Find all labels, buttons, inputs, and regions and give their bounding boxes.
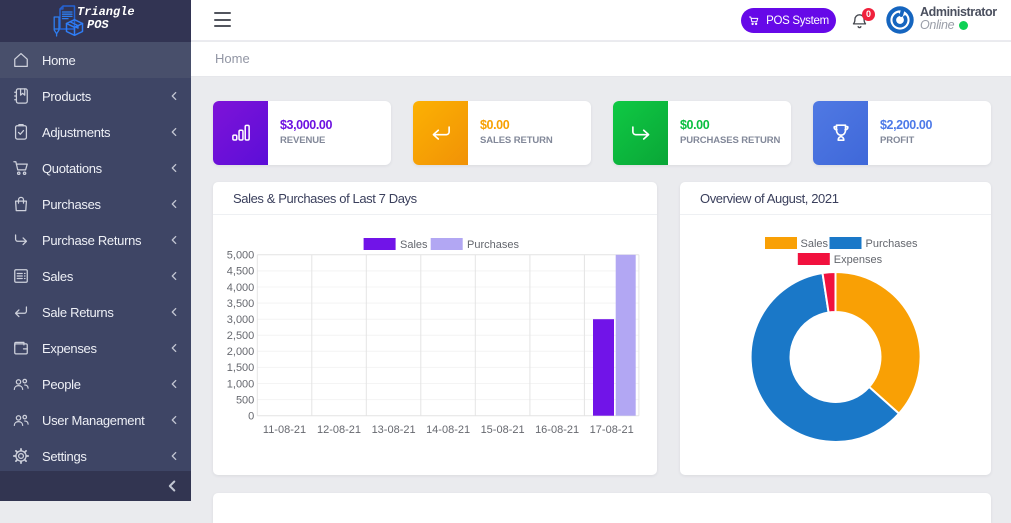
svg-text:1,500: 1,500 xyxy=(227,362,255,374)
svg-text:14-08-21: 14-08-21 xyxy=(426,424,470,436)
svg-text:3,000: 3,000 xyxy=(227,314,255,326)
svg-text:13-08-21: 13-08-21 xyxy=(372,424,416,436)
svg-text:1,000: 1,000 xyxy=(227,378,255,390)
svg-text:5,000: 5,000 xyxy=(227,250,255,262)
svg-text:Sales: Sales xyxy=(400,239,428,251)
svg-text:2,000: 2,000 xyxy=(227,346,255,358)
svg-text:4,000: 4,000 xyxy=(227,282,255,294)
svg-text:Expenses: Expenses xyxy=(834,254,883,266)
svg-text:4,500: 4,500 xyxy=(227,266,255,278)
svg-text:12-08-21: 12-08-21 xyxy=(317,424,361,436)
svg-text:15-08-21: 15-08-21 xyxy=(481,424,525,436)
svg-text:Purchases: Purchases xyxy=(866,238,918,250)
svg-text:Purchases: Purchases xyxy=(467,239,519,251)
svg-text:500: 500 xyxy=(236,394,254,406)
svg-text:17-08-21: 17-08-21 xyxy=(590,424,634,436)
svg-text:16-08-21: 16-08-21 xyxy=(535,424,579,436)
svg-text:2,500: 2,500 xyxy=(227,330,255,342)
svg-text:3,500: 3,500 xyxy=(227,298,255,310)
svg-text:Sales: Sales xyxy=(801,238,829,250)
svg-text:0: 0 xyxy=(248,411,254,423)
svg-text:11-08-21: 11-08-21 xyxy=(263,424,306,436)
